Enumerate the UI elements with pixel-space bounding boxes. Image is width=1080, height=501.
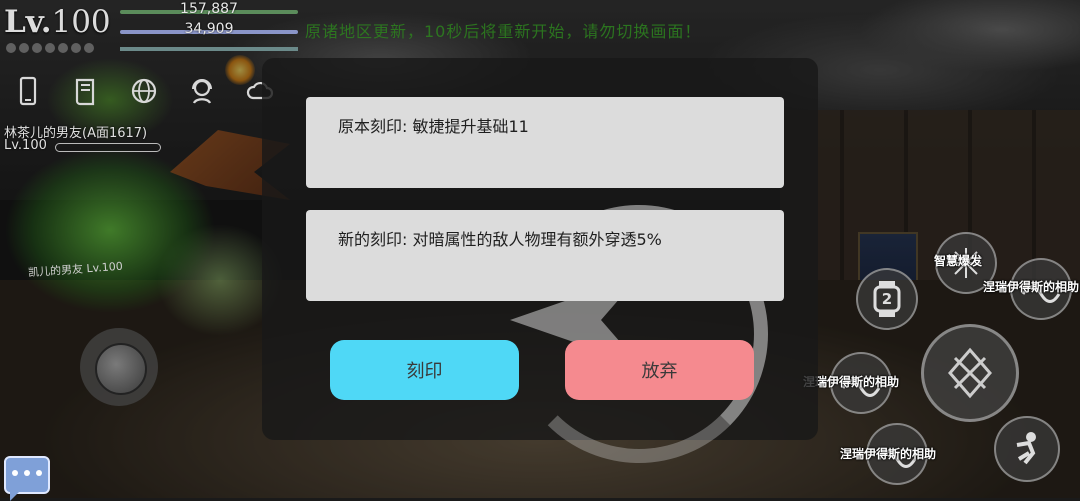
original-engraving-text: 原本刻印: 敏捷提升基础11 [338, 117, 529, 136]
movement-joystick[interactable] [80, 328, 158, 406]
skill-nereids-help-3-label: 涅瑞伊得斯的相助 [840, 447, 937, 461]
hp-bar: 157,887 [120, 1, 298, 17]
new-engraving-text: 新的刻印: 对暗属性的敌人物理有额外穿透5% [338, 230, 662, 249]
skill-wisdom-burst-label: 智慧爆发 [934, 254, 983, 268]
globe-icon[interactable] [130, 76, 158, 106]
system-notice: 原诸地区更新，10秒后将重新开始，请勿切换画面！ [305, 22, 702, 41]
watch-number: 2 [881, 290, 893, 308]
chat-button[interactable] [4, 456, 50, 501]
party-member-hp-bar [55, 143, 161, 152]
player-level: Lv.100 [4, 2, 111, 42]
buff-slots [6, 43, 94, 53]
crossed-swords-icon [924, 327, 1016, 419]
buff-slot [58, 43, 68, 53]
phone-icon[interactable] [14, 76, 42, 106]
buff-slot [45, 43, 55, 53]
mp-value: 34,909 [184, 21, 234, 37]
new-engraving-card: 新的刻印: 对暗属性的敌人物理有额外穿透5% [306, 210, 784, 301]
original-engraving-card: 原本刻印: 敏捷提升基础11 [306, 97, 784, 188]
level-number: 100 [51, 4, 111, 40]
buff-slot [32, 43, 42, 53]
mp-bar: 34,909 [120, 21, 298, 37]
skill-watch[interactable]: 2 [856, 268, 918, 330]
buff-slot [84, 43, 94, 53]
jump-icon [996, 418, 1058, 480]
level-prefix: Lv. [4, 4, 52, 40]
chat-icon [12, 470, 42, 476]
exp-bar [120, 47, 298, 51]
engrave-button[interactable]: 刻印 [330, 340, 519, 400]
buff-slot [19, 43, 29, 53]
support-agent-icon[interactable] [188, 76, 216, 106]
buff-slot [71, 43, 81, 53]
joystick-knob[interactable] [95, 343, 147, 395]
buff-slot [6, 43, 16, 53]
skill-nereids-help-1-label: 涅瑞伊得斯的相助 [983, 280, 1080, 294]
book-icon[interactable] [72, 76, 100, 106]
skill-main-attack[interactable] [921, 324, 1019, 422]
skill-jump[interactable] [994, 416, 1060, 482]
hp-value: 157,887 [180, 1, 238, 17]
abandon-button[interactable]: 放弃 [565, 340, 754, 400]
top-menu [14, 76, 274, 106]
party-member-level: Lv.100 [4, 138, 47, 153]
